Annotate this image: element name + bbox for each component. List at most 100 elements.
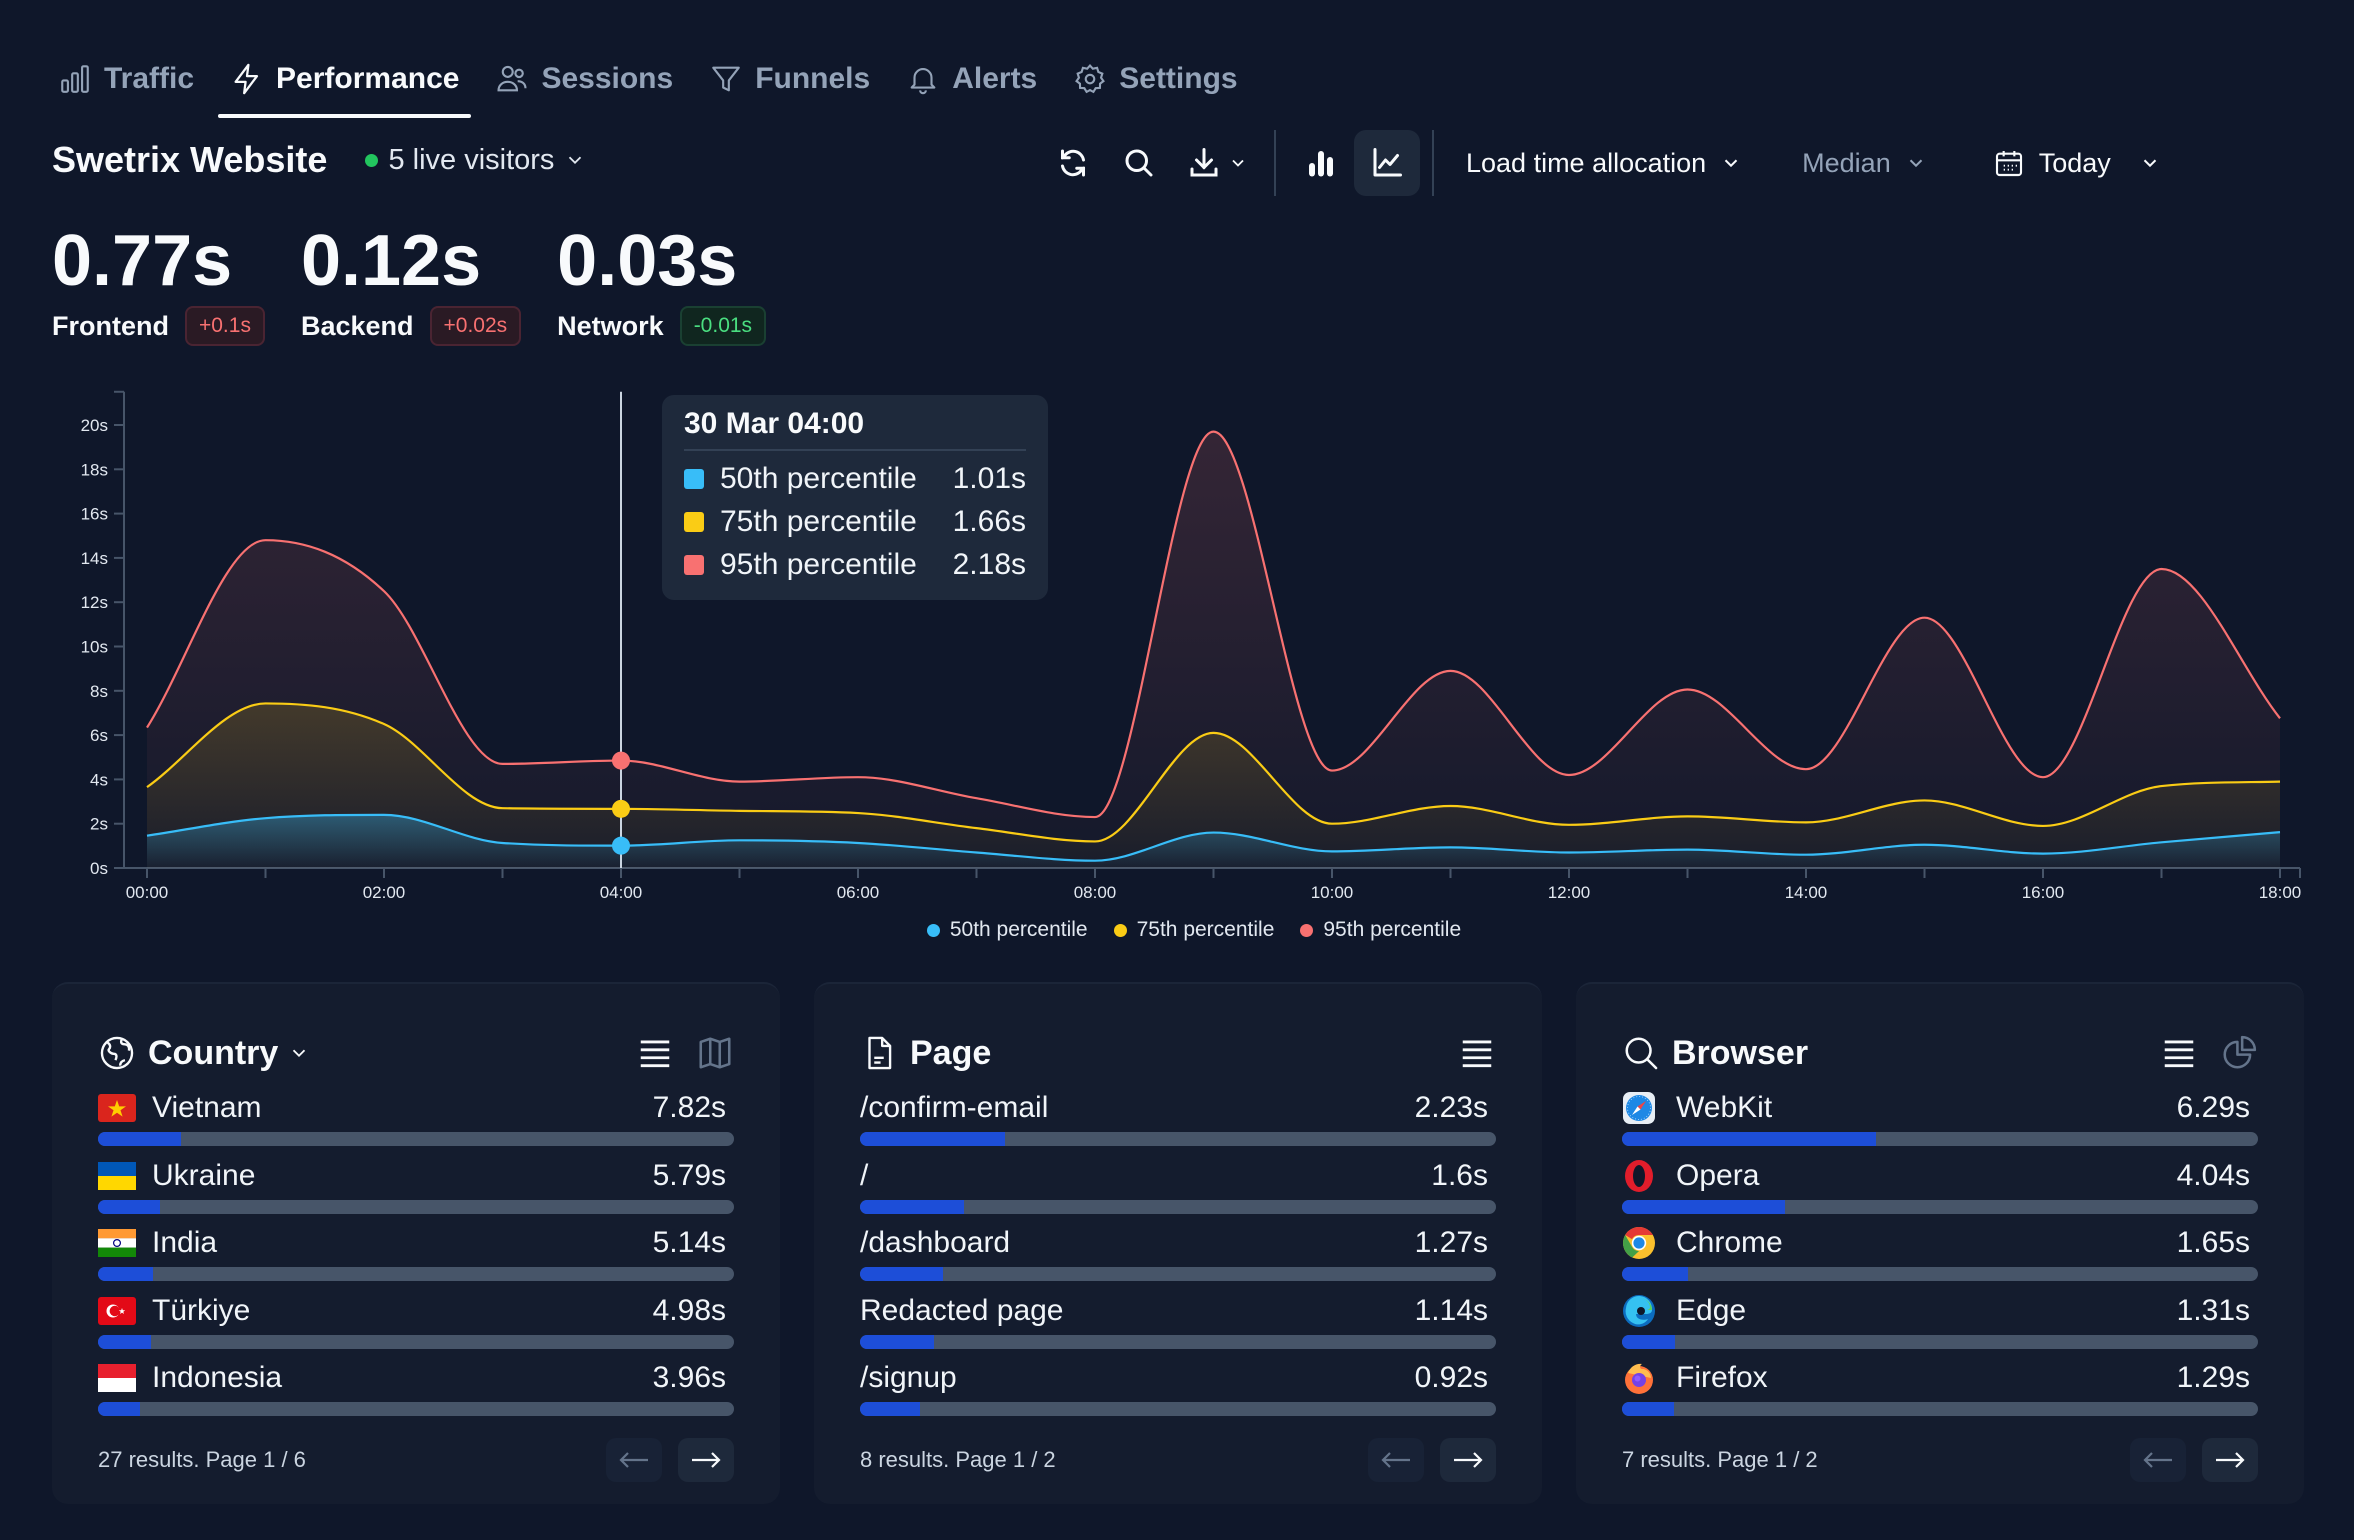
tab-funnels[interactable]: Funnels [691,52,888,106]
bar-chart-icon [61,65,89,93]
list-view-button[interactable] [2160,1034,2198,1072]
bar-chart-toggle[interactable] [1288,130,1354,196]
chart-svg: 0s 2s 4s 6s 8s 10s 12s 14s 16s 18s 20s 00:00 02:00 04… [81,390,2301,902]
progress-bar [860,1334,1496,1349]
panel-footer: 27 results. Page 1 / 6 [98,1430,734,1490]
arrow-right-icon [1454,1452,1483,1468]
aggregation-dropdown[interactable]: Median [1782,130,1947,196]
chart-tooltip: 30 Mar 04:00 50th percentile 1.01s 75th p… [662,395,1048,600]
bar-chart-icon [1309,151,1333,177]
globe-icon [100,1036,134,1070]
legend-dot-icon [1300,923,1314,937]
list-item[interactable]: WebKit 6.29s [1622,1088,2258,1156]
live-visitors-label: 5 live visitors [388,143,555,176]
list-item[interactable]: Vietnam 7.82s [98,1088,734,1156]
tab-label: Traffic [104,62,195,95]
hover-point [612,836,630,855]
list-item[interactable]: Opera 4.04s [1622,1156,2258,1224]
tab-settings[interactable]: Settings [1055,52,1255,106]
list-item[interactable]: Redacted page 1.14s [860,1291,1496,1359]
list-item-label: Indonesia [152,1361,283,1394]
search-icon [1625,1037,1658,1070]
previous-page-button[interactable] [2130,1438,2186,1482]
progress-bar-fill [98,1199,161,1214]
next-page-button[interactable] [1440,1438,1496,1482]
measure-dropdown[interactable]: Load time allocation [1446,130,1762,196]
tab-label: Settings [1119,62,1238,95]
calendar-icon [1995,151,2022,177]
list-item-value: 0.92s [1414,1361,1488,1394]
list-item[interactable]: Türkiye 4.98s [98,1291,734,1359]
map-view-button[interactable] [696,1034,734,1072]
line-chart-toggle[interactable] [1354,130,1420,196]
legend-item-p75[interactable]: 75th percentile [1113,918,1275,942]
legend-item-p50[interactable]: 50th percentile [926,918,1088,942]
list-item[interactable]: /confirm-email 2.23s [860,1088,1496,1156]
x-tick-label: 12:00 [1548,883,1591,902]
progress-bar-fill [1622,1402,1675,1416]
panel-title: Page [910,1033,992,1072]
swatch-icon [684,468,704,489]
list-item-label: /dashboard [860,1226,1011,1259]
next-page-button[interactable] [2202,1438,2258,1482]
browser-list: WebKit 6.29s Opera 4.04s Chrome 1.65s Edge 1… [1622,1088,2258,1426]
list-item-value: 5.14s [652,1226,726,1259]
panel-header: Page [860,1026,1496,1080]
progress-bar [860,1132,1496,1146]
list-item-label: / [860,1158,869,1192]
pie-chart-view-button[interactable] [2220,1034,2258,1072]
refresh-button[interactable] [1040,130,1106,196]
metrics-summary: 0.77s Frontend +0.1s 0.12s Backend +0.02s … [52,218,767,346]
tab-sessions[interactable]: Sessions [477,52,691,106]
progress-bar-fill [860,1199,964,1214]
legend-item-p95[interactable]: 95th percentile [1300,918,1461,942]
x-tick-label: 10:00 [1311,883,1354,902]
pagination-info: 27 results. Page 1 / 6 [98,1447,306,1472]
list-item[interactable]: Firefox 1.29s [1622,1358,2258,1426]
list-item[interactable]: Edge 1.31s [1622,1291,2258,1359]
tooltip-row-label: 50th percentile [720,461,917,495]
progress-bar-fill [1622,1199,1785,1214]
toolbar-divider [1274,130,1276,196]
live-visitors-dropdown[interactable]: 5 live visitors [365,144,586,177]
list-item-value: 7.82s [652,1091,726,1124]
country-dropdown[interactable]: Country [136,1034,310,1073]
list-item-label: India [152,1226,218,1259]
panel-actions [1458,1034,1496,1072]
safari-logo-icon [1622,1092,1660,1124]
list-item[interactable]: Chrome 1.65s [1622,1223,2258,1291]
list-item-label: Chrome [1676,1226,1783,1259]
list-view-button[interactable] [636,1034,674,1072]
list-item-label: Türkiye [152,1293,251,1327]
progress-bar-fill [98,1402,140,1416]
flag-turkiye-icon [98,1296,136,1326]
next-page-button[interactable] [678,1438,734,1482]
metric-delta-badge: +0.1s [184,306,265,346]
list-item[interactable]: Ukraine 5.79s [98,1156,734,1224]
pagination-info: 8 results. Page 1 / 2 [860,1447,1056,1472]
list-item[interactable]: /signup 0.92s [860,1358,1496,1426]
progress-bar-fill [1622,1132,1877,1146]
list-icon [1462,1040,1492,1068]
list-item-label: Opera [1676,1158,1760,1192]
panel-page: Page /confirm-email 2.23s / 1.6s /dashboar… [814,982,1542,1504]
opera-logo-icon [1622,1159,1660,1192]
tab-performance[interactable]: Performance [212,52,477,118]
list-item[interactable]: India 5.14s [98,1223,734,1291]
list-view-button[interactable] [1458,1034,1496,1072]
list-item-label: /confirm-email [860,1091,1049,1124]
period-dropdown[interactable]: Today [1973,130,2181,196]
country-list: Vietnam 7.82s Ukraine 5.79s India 5.14s Tür… [98,1088,734,1426]
list-item[interactable]: / 1.6s [860,1156,1496,1224]
performance-chart[interactable]: 0s 2s 4s 6s 8s 10s 12s 14s 16s 18s 20s 00:00 02:00 04… [0,370,2354,970]
chevron-down-icon [2143,159,2156,168]
previous-page-button[interactable] [606,1438,662,1482]
previous-page-button[interactable] [1368,1438,1424,1482]
tab-traffic[interactable]: Traffic [52,52,212,106]
search-button[interactable] [1106,130,1172,196]
list-item[interactable]: Indonesia 3.96s [98,1358,734,1426]
tab-alerts[interactable]: Alerts [888,52,1055,106]
export-dropdown[interactable] [1172,130,1262,196]
legend-label: 75th percentile [1136,918,1275,941]
list-item[interactable]: /dashboard 1.27s [860,1223,1496,1291]
